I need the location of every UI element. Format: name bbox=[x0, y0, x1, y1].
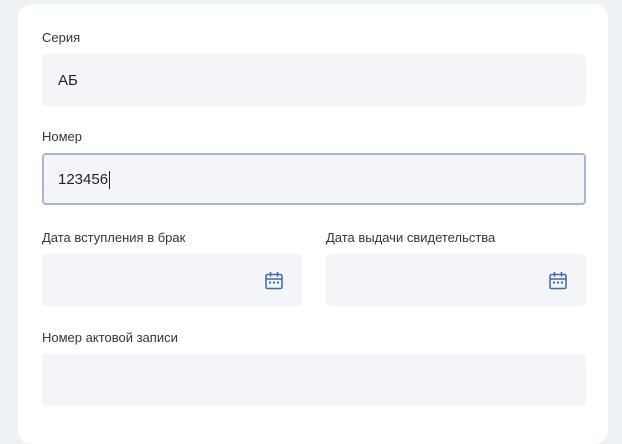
marriage-date-input[interactable] bbox=[42, 254, 302, 306]
calendar-icon[interactable] bbox=[548, 271, 568, 291]
number-field: Номер 123456 bbox=[42, 129, 586, 205]
calendar-icon[interactable] bbox=[264, 271, 284, 291]
issue-date-field: Дата выдачи свидетельства bbox=[326, 230, 586, 306]
number-value-text: 123456 bbox=[58, 171, 109, 188]
text-caret bbox=[109, 171, 111, 189]
record-number-input[interactable] bbox=[42, 354, 586, 406]
series-input[interactable]: АБ bbox=[42, 54, 586, 106]
number-label: Номер bbox=[42, 129, 83, 144]
series-label: Серия bbox=[42, 30, 81, 45]
marriage-date-label: Дата вступления в брак bbox=[42, 230, 186, 245]
record-number-label: Номер актовой записи bbox=[42, 330, 178, 345]
number-value: 123456 bbox=[58, 171, 111, 189]
issue-date-label: Дата выдачи свидетельства bbox=[326, 230, 496, 245]
form-card: Серия АБ Номер 123456 Дата вступления в … bbox=[18, 4, 608, 444]
number-input[interactable]: 123456 bbox=[42, 153, 586, 205]
series-value: АБ bbox=[58, 72, 78, 89]
issue-date-input[interactable] bbox=[326, 254, 586, 306]
record-number-field: Номер актовой записи bbox=[42, 330, 586, 406]
marriage-date-field: Дата вступления в брак bbox=[42, 230, 302, 306]
series-field: Серия АБ bbox=[42, 30, 586, 106]
